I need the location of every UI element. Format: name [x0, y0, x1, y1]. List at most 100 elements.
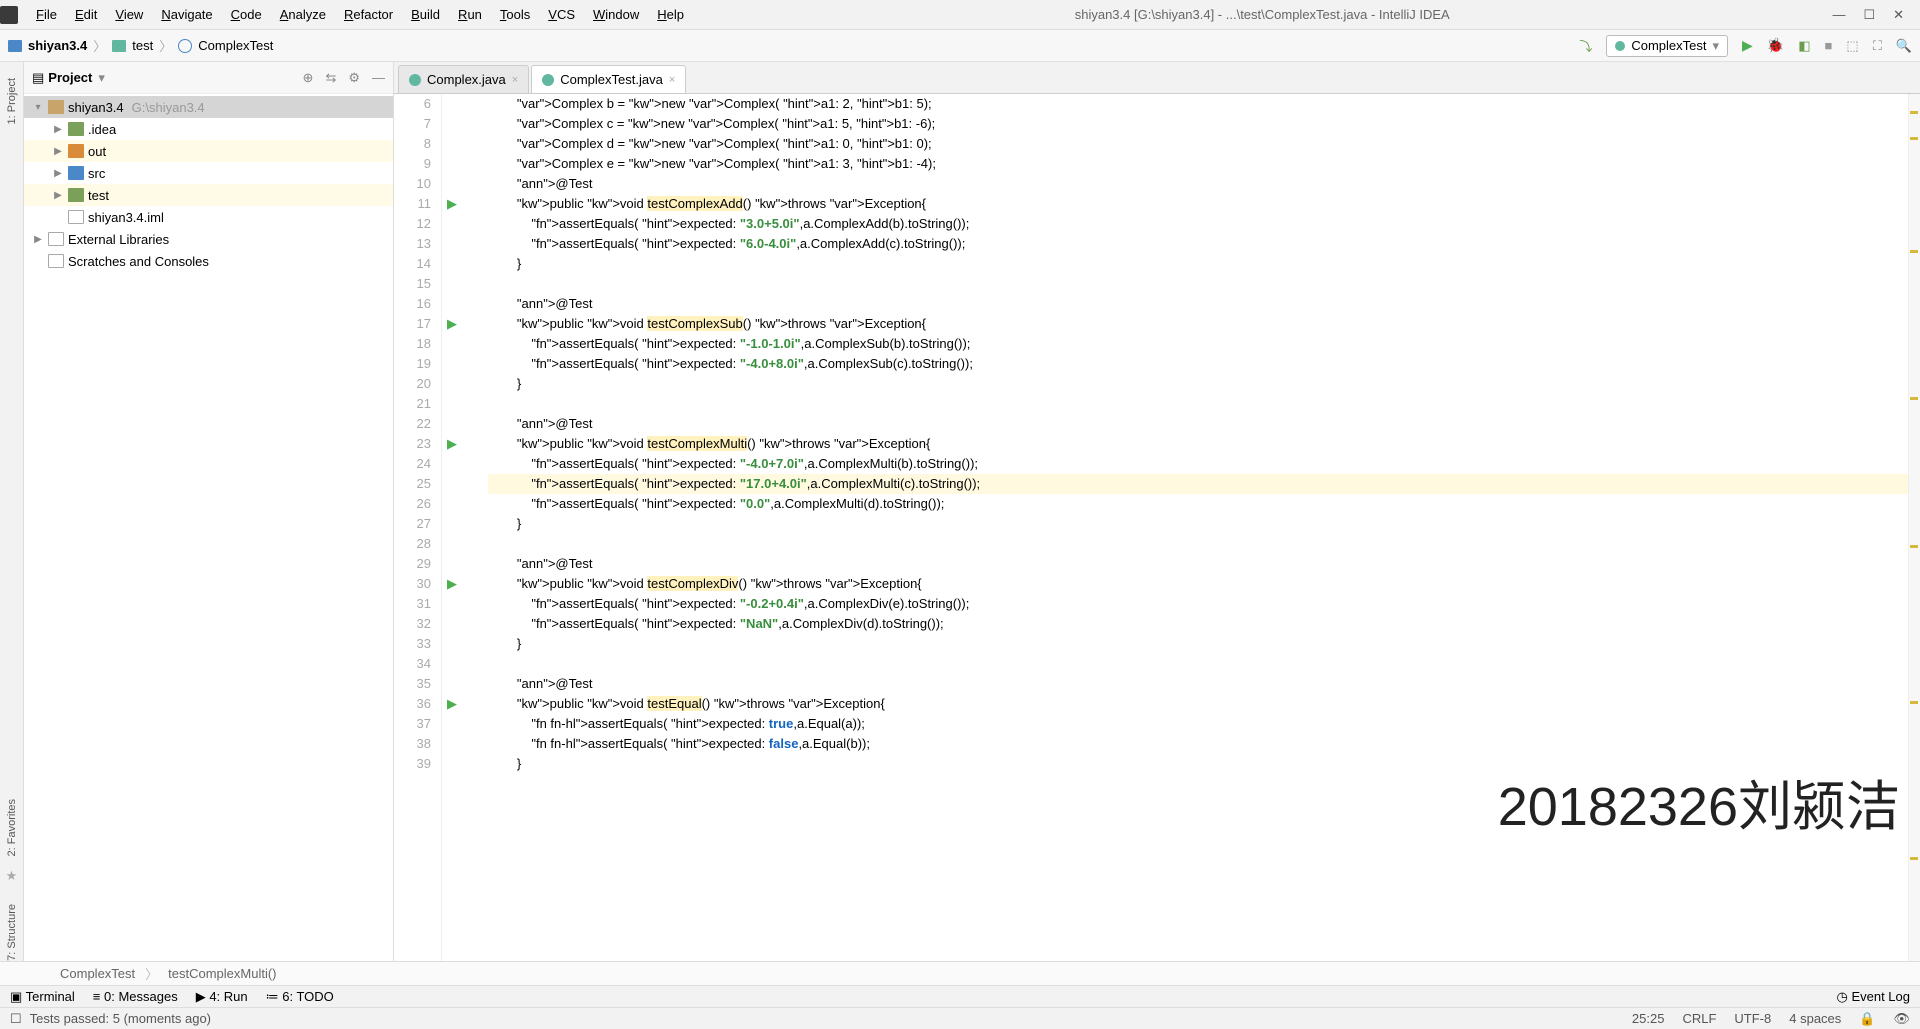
code-line[interactable]: "ann">@Test: [488, 674, 1920, 694]
menu-file[interactable]: File: [28, 3, 65, 26]
code-line[interactable]: "kw">public "kw">void testEqual() "kw">t…: [488, 694, 1920, 714]
code-line[interactable]: "fn">assertEquals( "hint">expected: "3.0…: [488, 214, 1920, 234]
menu-navigate[interactable]: Navigate: [153, 3, 220, 26]
code-line[interactable]: }: [488, 514, 1920, 534]
indent[interactable]: 4 spaces: [1789, 1011, 1841, 1026]
code-line[interactable]: "fn">assertEquals( "hint">expected: "-4.…: [488, 354, 1920, 374]
code-line[interactable]: "kw">public "kw">void testComplexAdd() "…: [488, 194, 1920, 214]
code-line[interactable]: [488, 274, 1920, 294]
expand-icon[interactable]: ⛶: [1873, 38, 1882, 54]
menu-help[interactable]: Help: [649, 3, 692, 26]
code-line[interactable]: "fn">assertEquals( "hint">expected: "-1.…: [488, 334, 1920, 354]
code-line[interactable]: [488, 394, 1920, 414]
maximize-icon[interactable]: ☐: [1863, 7, 1875, 23]
tree-item--idea[interactable]: ▶.idea: [24, 118, 393, 140]
run-gutter-icon[interactable]: ▶: [447, 436, 457, 451]
expand-arrow-icon[interactable]: ▶: [52, 146, 64, 157]
tree-item-shiyan3-4-iml[interactable]: shiyan3.4.iml: [24, 206, 393, 228]
run-gutter-icon[interactable]: ▶: [447, 576, 457, 591]
code-line[interactable]: "kw">public "kw">void testComplexSub() "…: [488, 314, 1920, 334]
messages-tab[interactable]: ≡ 0: Messages: [93, 989, 178, 1004]
code-line[interactable]: "fn fn-hl">assertEquals( "hint">expected…: [488, 734, 1920, 754]
code-line[interactable]: "ann">@Test: [488, 174, 1920, 194]
target-icon[interactable]: ⊕: [303, 70, 314, 86]
tree-item-src[interactable]: ▶src: [24, 162, 393, 184]
breadcrumb-root[interactable]: shiyan3.4: [28, 38, 87, 53]
close-tab-icon[interactable]: ×: [512, 74, 518, 86]
tree-item-test[interactable]: ▶test: [24, 184, 393, 206]
hide-icon[interactable]: —: [372, 70, 385, 85]
code-line[interactable]: "var">Complex d = "kw">new "var">Complex…: [488, 134, 1920, 154]
event-log-tab[interactable]: ◷ Event Log: [1836, 989, 1910, 1005]
code-line[interactable]: "fn">assertEquals( "hint">expected: "-0.…: [488, 594, 1920, 614]
menu-analyze[interactable]: Analyze: [272, 3, 334, 26]
run-gutter-icon[interactable]: ▶: [447, 696, 457, 711]
menu-window[interactable]: Window: [585, 3, 647, 26]
menu-edit[interactable]: Edit: [67, 3, 105, 26]
terminal-tab[interactable]: ▣ Terminal: [10, 989, 75, 1005]
breadcrumb-method[interactable]: testComplexMulti(): [168, 966, 276, 981]
collapse-icon[interactable]: ⇆: [325, 70, 336, 86]
search-icon[interactable]: 🔍: [1896, 38, 1912, 54]
gear-icon[interactable]: ⚙: [348, 70, 360, 86]
run-gutter-icon[interactable]: ▶: [447, 316, 457, 331]
build-icon[interactable]: ⤵: [1579, 36, 1592, 55]
code-editor[interactable]: 6789101112131415161718192021222324252627…: [394, 94, 1920, 961]
breadcrumb-class[interactable]: ComplexTest: [60, 966, 135, 981]
code-line[interactable]: "kw">public "kw">void testComplexDiv() "…: [488, 574, 1920, 594]
code-line[interactable]: "fn">assertEquals( "hint">expected: "0.0…: [488, 494, 1920, 514]
stop-icon[interactable]: ■: [1825, 38, 1833, 53]
run-config-selector[interactable]: ComplexTest ▾: [1606, 35, 1728, 57]
code-line[interactable]: [488, 654, 1920, 674]
breadcrumb-class[interactable]: ComplexTest: [198, 38, 273, 53]
source-code[interactable]: "var">Complex b = "kw">new "var">Complex…: [462, 94, 1920, 961]
menu-run[interactable]: Run: [450, 3, 490, 26]
expand-arrow-icon[interactable]: ▶: [52, 124, 64, 135]
tab-complex-java[interactable]: Complex.java×: [398, 65, 529, 93]
code-line[interactable]: "var">Complex e = "kw">new "var">Complex…: [488, 154, 1920, 174]
close-icon[interactable]: ✕: [1893, 7, 1904, 23]
breadcrumb-folder[interactable]: test: [132, 38, 153, 53]
menu-tools[interactable]: Tools: [492, 3, 538, 26]
expand-arrow-icon[interactable]: ▶: [32, 234, 44, 245]
code-line[interactable]: "fn">assertEquals( "hint">expected: "17.…: [488, 474, 1920, 494]
menu-view[interactable]: View: [107, 3, 151, 26]
todo-tab[interactable]: ≔ 6: TODO: [266, 989, 334, 1005]
sidebar-tool-structure[interactable]: 7: Structure: [6, 904, 18, 961]
debug-icon[interactable]: 🐞: [1767, 37, 1784, 54]
code-line[interactable]: "fn">assertEquals( "hint">expected: "6.0…: [488, 234, 1920, 254]
code-line[interactable]: "ann">@Test: [488, 414, 1920, 434]
code-line[interactable]: "var">Complex b = "kw">new "var">Complex…: [488, 94, 1920, 114]
menu-vcs[interactable]: VCS: [540, 3, 583, 26]
sidebar-tool-favorites[interactable]: 2: Favorites: [6, 799, 18, 856]
run-gutter-icon[interactable]: ▶: [447, 196, 457, 211]
minimize-icon[interactable]: —: [1832, 7, 1845, 23]
close-tab-icon[interactable]: ×: [669, 74, 675, 86]
layout-icon[interactable]: ⬚: [1846, 38, 1858, 54]
menu-refactor[interactable]: Refactor: [336, 3, 401, 26]
code-line[interactable]: [488, 534, 1920, 554]
code-line[interactable]: }: [488, 634, 1920, 654]
tab-complextest-java[interactable]: ComplexTest.java×: [531, 65, 686, 93]
code-line[interactable]: "var">Complex c = "kw">new "var">Complex…: [488, 114, 1920, 134]
code-line[interactable]: }: [488, 754, 1920, 774]
line-ending[interactable]: CRLF: [1682, 1011, 1716, 1026]
menu-build[interactable]: Build: [403, 3, 448, 26]
inspector-icon[interactable]: 👁: [1893, 1011, 1910, 1027]
tree-item-out[interactable]: ▶out: [24, 140, 393, 162]
code-line[interactable]: }: [488, 374, 1920, 394]
sidebar-tool-project[interactable]: 1: Project: [6, 78, 18, 124]
tree-item-shiyan3-4[interactable]: ▾shiyan3.4G:\shiyan3.4: [24, 96, 393, 118]
code-line[interactable]: "kw">public "kw">void testComplexMulti()…: [488, 434, 1920, 454]
menu-code[interactable]: Code: [223, 3, 270, 26]
code-line[interactable]: "fn fn-hl">assertEquals( "hint">expected…: [488, 714, 1920, 734]
tree-item-external-libraries[interactable]: ▶External Libraries: [24, 228, 393, 250]
coverage-icon[interactable]: ◧: [1798, 38, 1810, 54]
code-line[interactable]: }: [488, 254, 1920, 274]
chevron-down-icon[interactable]: ▾: [98, 70, 105, 86]
code-line[interactable]: "ann">@Test: [488, 294, 1920, 314]
run-icon[interactable]: ▶: [1742, 37, 1753, 54]
lock-icon[interactable]: 🔒: [1859, 1011, 1875, 1027]
run-tab[interactable]: ▶ 4: Run: [196, 989, 248, 1005]
expand-arrow-icon[interactable]: ▾: [32, 102, 44, 113]
